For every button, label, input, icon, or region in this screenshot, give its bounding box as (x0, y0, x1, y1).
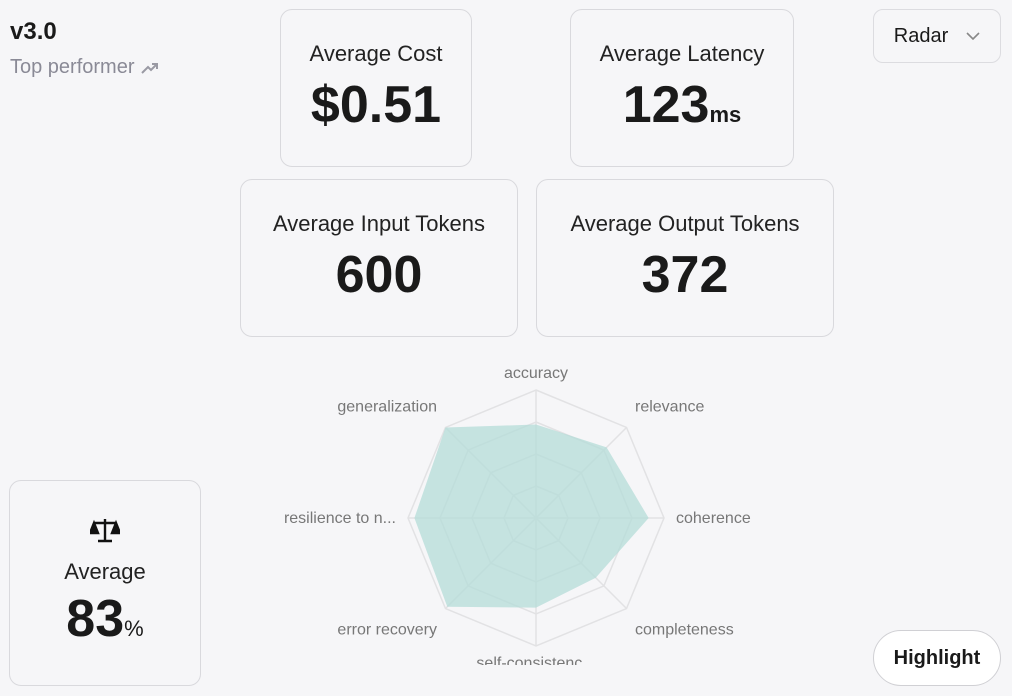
subtitle-text: Top performer (10, 56, 135, 78)
avg-input-tokens-label: Average Input Tokens (272, 211, 485, 236)
radar-axis-label: accuracy (504, 365, 568, 382)
avg-input-tokens-value: 600 (335, 246, 423, 304)
radar-axis-label: completeness (635, 622, 734, 639)
avg-cost-card: Average Cost $0.51 (280, 9, 472, 167)
avg-output-tokens-value: 372 (641, 246, 729, 304)
radar-axis-label: resilience to n... (284, 510, 396, 527)
average-value-wrap: 83% (66, 589, 143, 649)
avg-input-tokens-card: Average Input Tokens 600 (240, 179, 518, 337)
average-value: 83 (66, 590, 125, 648)
avg-latency-card: Average Latency 123ms (570, 9, 794, 167)
radar-axis-label: generalization (337, 398, 437, 415)
version-title: v3.0 (10, 18, 57, 45)
avg-output-tokens-card: Average Output Tokens 372 (536, 179, 834, 337)
view-select[interactable]: Radar (873, 9, 1001, 63)
average-unit: % (124, 616, 144, 641)
average-label: Average (64, 559, 146, 584)
radar-axis-label: coherence (676, 510, 751, 527)
subtitle: Top performer (10, 56, 159, 79)
highlight-button[interactable]: Highlight (873, 630, 1001, 686)
chevron-down-icon (966, 32, 980, 40)
radar-series-area (414, 424, 649, 608)
radar-axis-label: self-consistenc... (476, 655, 595, 665)
radar-chart: accuracy relevance coherence completeness se… (284, 365, 751, 665)
avg-latency-unit: ms (709, 102, 742, 127)
scale-icon (90, 519, 120, 543)
avg-latency-label: Average Latency (599, 41, 765, 66)
avg-latency-value-wrap: 123ms (623, 75, 742, 135)
view-select-value: Radar (893, 24, 949, 47)
average-card: Average 83% (9, 480, 201, 686)
radar-axis-label: error recovery (337, 622, 437, 639)
avg-cost-label: Average Cost (309, 41, 443, 66)
avg-output-tokens-label: Average Output Tokens (570, 211, 800, 236)
trending-up-icon (140, 62, 158, 74)
avg-latency-value: 123 (622, 76, 710, 134)
avg-cost-value: $0.51 (310, 76, 442, 134)
radar-axis-label: relevance (635, 398, 704, 415)
